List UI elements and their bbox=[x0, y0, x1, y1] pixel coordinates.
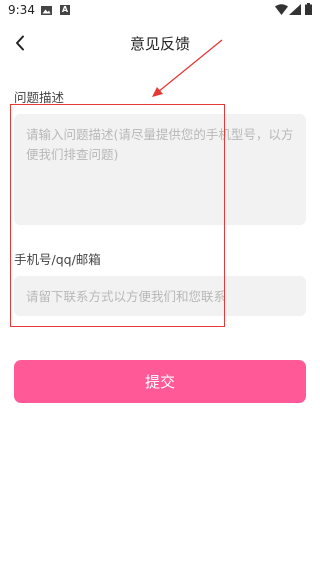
description-input[interactable] bbox=[14, 114, 306, 225]
image-icon bbox=[41, 6, 52, 15]
submit-button[interactable]: 提交 bbox=[14, 360, 306, 403]
wifi-icon bbox=[275, 4, 288, 15]
status-bar: 9:34 A bbox=[0, 0, 320, 22]
contact-label: 手机号/qq/邮箱 bbox=[14, 252, 101, 267]
description-label: 问题描述 bbox=[14, 90, 65, 105]
nav-bar: 意见反馈 bbox=[0, 26, 320, 60]
signal-icon bbox=[289, 4, 301, 15]
contact-input[interactable] bbox=[14, 276, 306, 316]
description-field-container bbox=[14, 114, 306, 225]
status-time: 9:34 bbox=[8, 3, 35, 17]
contact-field-container bbox=[14, 276, 306, 316]
page-title: 意见反馈 bbox=[129, 35, 190, 53]
battery-icon bbox=[305, 3, 312, 15]
a-badge-icon: A bbox=[60, 5, 70, 15]
